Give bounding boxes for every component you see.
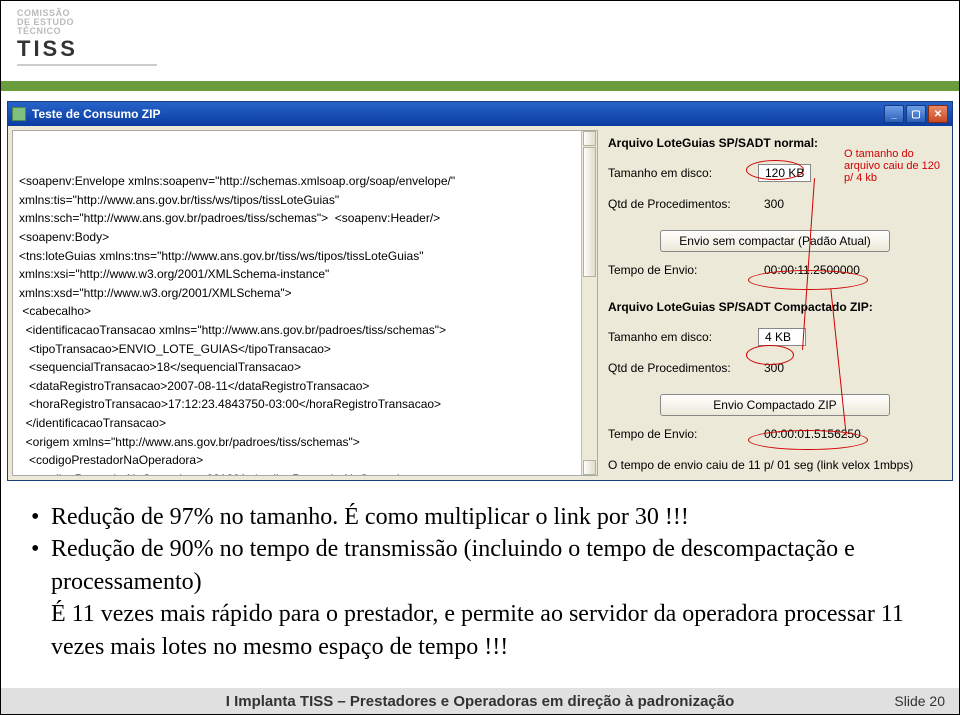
logo-main: TISS bbox=[17, 36, 157, 62]
xml-pane[interactable]: <soapenv:Envelope xmlns:soapenv="http://… bbox=[12, 130, 598, 476]
qtd-label-2: Qtd de Procedimentos: bbox=[608, 361, 758, 375]
bullet-block: Redução de 97% no tamanho. É como multip… bbox=[31, 501, 929, 663]
annotation-size: O tamanho do arquivo caiu de 120 p/ 4 kb bbox=[844, 148, 944, 184]
circle-tempo1 bbox=[748, 270, 868, 290]
circle-4kb bbox=[746, 345, 794, 365]
slide-number: Slide 20 bbox=[894, 693, 945, 709]
send-uncompressed-button[interactable]: Envio sem compactar (Padão Atual) bbox=[660, 230, 890, 252]
circle-tempo2 bbox=[748, 430, 868, 450]
bullet-2: Redução de 90% no tempo de transmissão (… bbox=[31, 533, 929, 663]
tempo-label-1: Tempo de Envio: bbox=[608, 263, 758, 277]
disk-value-2: 4 KB bbox=[758, 328, 806, 346]
close-button[interactable]: ✕ bbox=[928, 105, 948, 123]
window-body: <soapenv:Envelope xmlns:soapenv="http://… bbox=[8, 126, 952, 480]
maximize-button[interactable]: ▢ bbox=[906, 105, 926, 123]
bottom-note: O tempo de envio caiu de 11 p/ 01 seg (l… bbox=[608, 458, 944, 472]
send-zip-button[interactable]: Envio Compactado ZIP bbox=[660, 394, 890, 416]
scroll-down-arrow[interactable] bbox=[583, 460, 596, 475]
logo-divider bbox=[17, 64, 157, 66]
qtd-label-1: Qtd de Procedimentos: bbox=[608, 197, 758, 211]
logo-block: COMISSÃO DE ESTUDO TÉCNICO TISS bbox=[17, 9, 157, 66]
bullet-1: Redução de 97% no tamanho. É como multip… bbox=[31, 501, 929, 533]
green-divider bbox=[1, 81, 959, 91]
footer: I Implanta TISS – Prestadores e Operador… bbox=[1, 688, 959, 714]
xml-content: <soapenv:Envelope xmlns:soapenv="http://… bbox=[19, 172, 591, 476]
scroll-thumb[interactable] bbox=[583, 147, 596, 277]
right-pane: Arquivo LoteGuias SP/SADT normal: Tamanh… bbox=[598, 130, 948, 476]
circle-120kb bbox=[746, 160, 804, 180]
section2-title: Arquivo LoteGuias SP/SADT Compactado ZIP… bbox=[608, 300, 942, 314]
qtd-value-1: 300 bbox=[758, 196, 806, 212]
slide-header: COMISSÃO DE ESTUDO TÉCNICO TISS bbox=[1, 1, 959, 81]
disk-label-2: Tamanho em disco: bbox=[608, 330, 758, 344]
window-title: Teste de Consumo ZIP bbox=[32, 107, 160, 121]
minimize-button[interactable]: _ bbox=[884, 105, 904, 123]
scroll-up-arrow[interactable] bbox=[583, 131, 596, 146]
disk-label-1: Tamanho em disco: bbox=[608, 166, 758, 180]
tempo-label-2: Tempo de Envio: bbox=[608, 427, 758, 441]
app-icon bbox=[12, 107, 26, 121]
logo-line-3: TÉCNICO bbox=[17, 27, 157, 36]
titlebar: Teste de Consumo ZIP _ ▢ ✕ bbox=[8, 102, 952, 126]
window: Teste de Consumo ZIP _ ▢ ✕ <soapenv:Enve… bbox=[7, 101, 953, 481]
footer-text: I Implanta TISS – Prestadores e Operador… bbox=[226, 693, 735, 710]
scrollbar[interactable] bbox=[581, 131, 597, 475]
